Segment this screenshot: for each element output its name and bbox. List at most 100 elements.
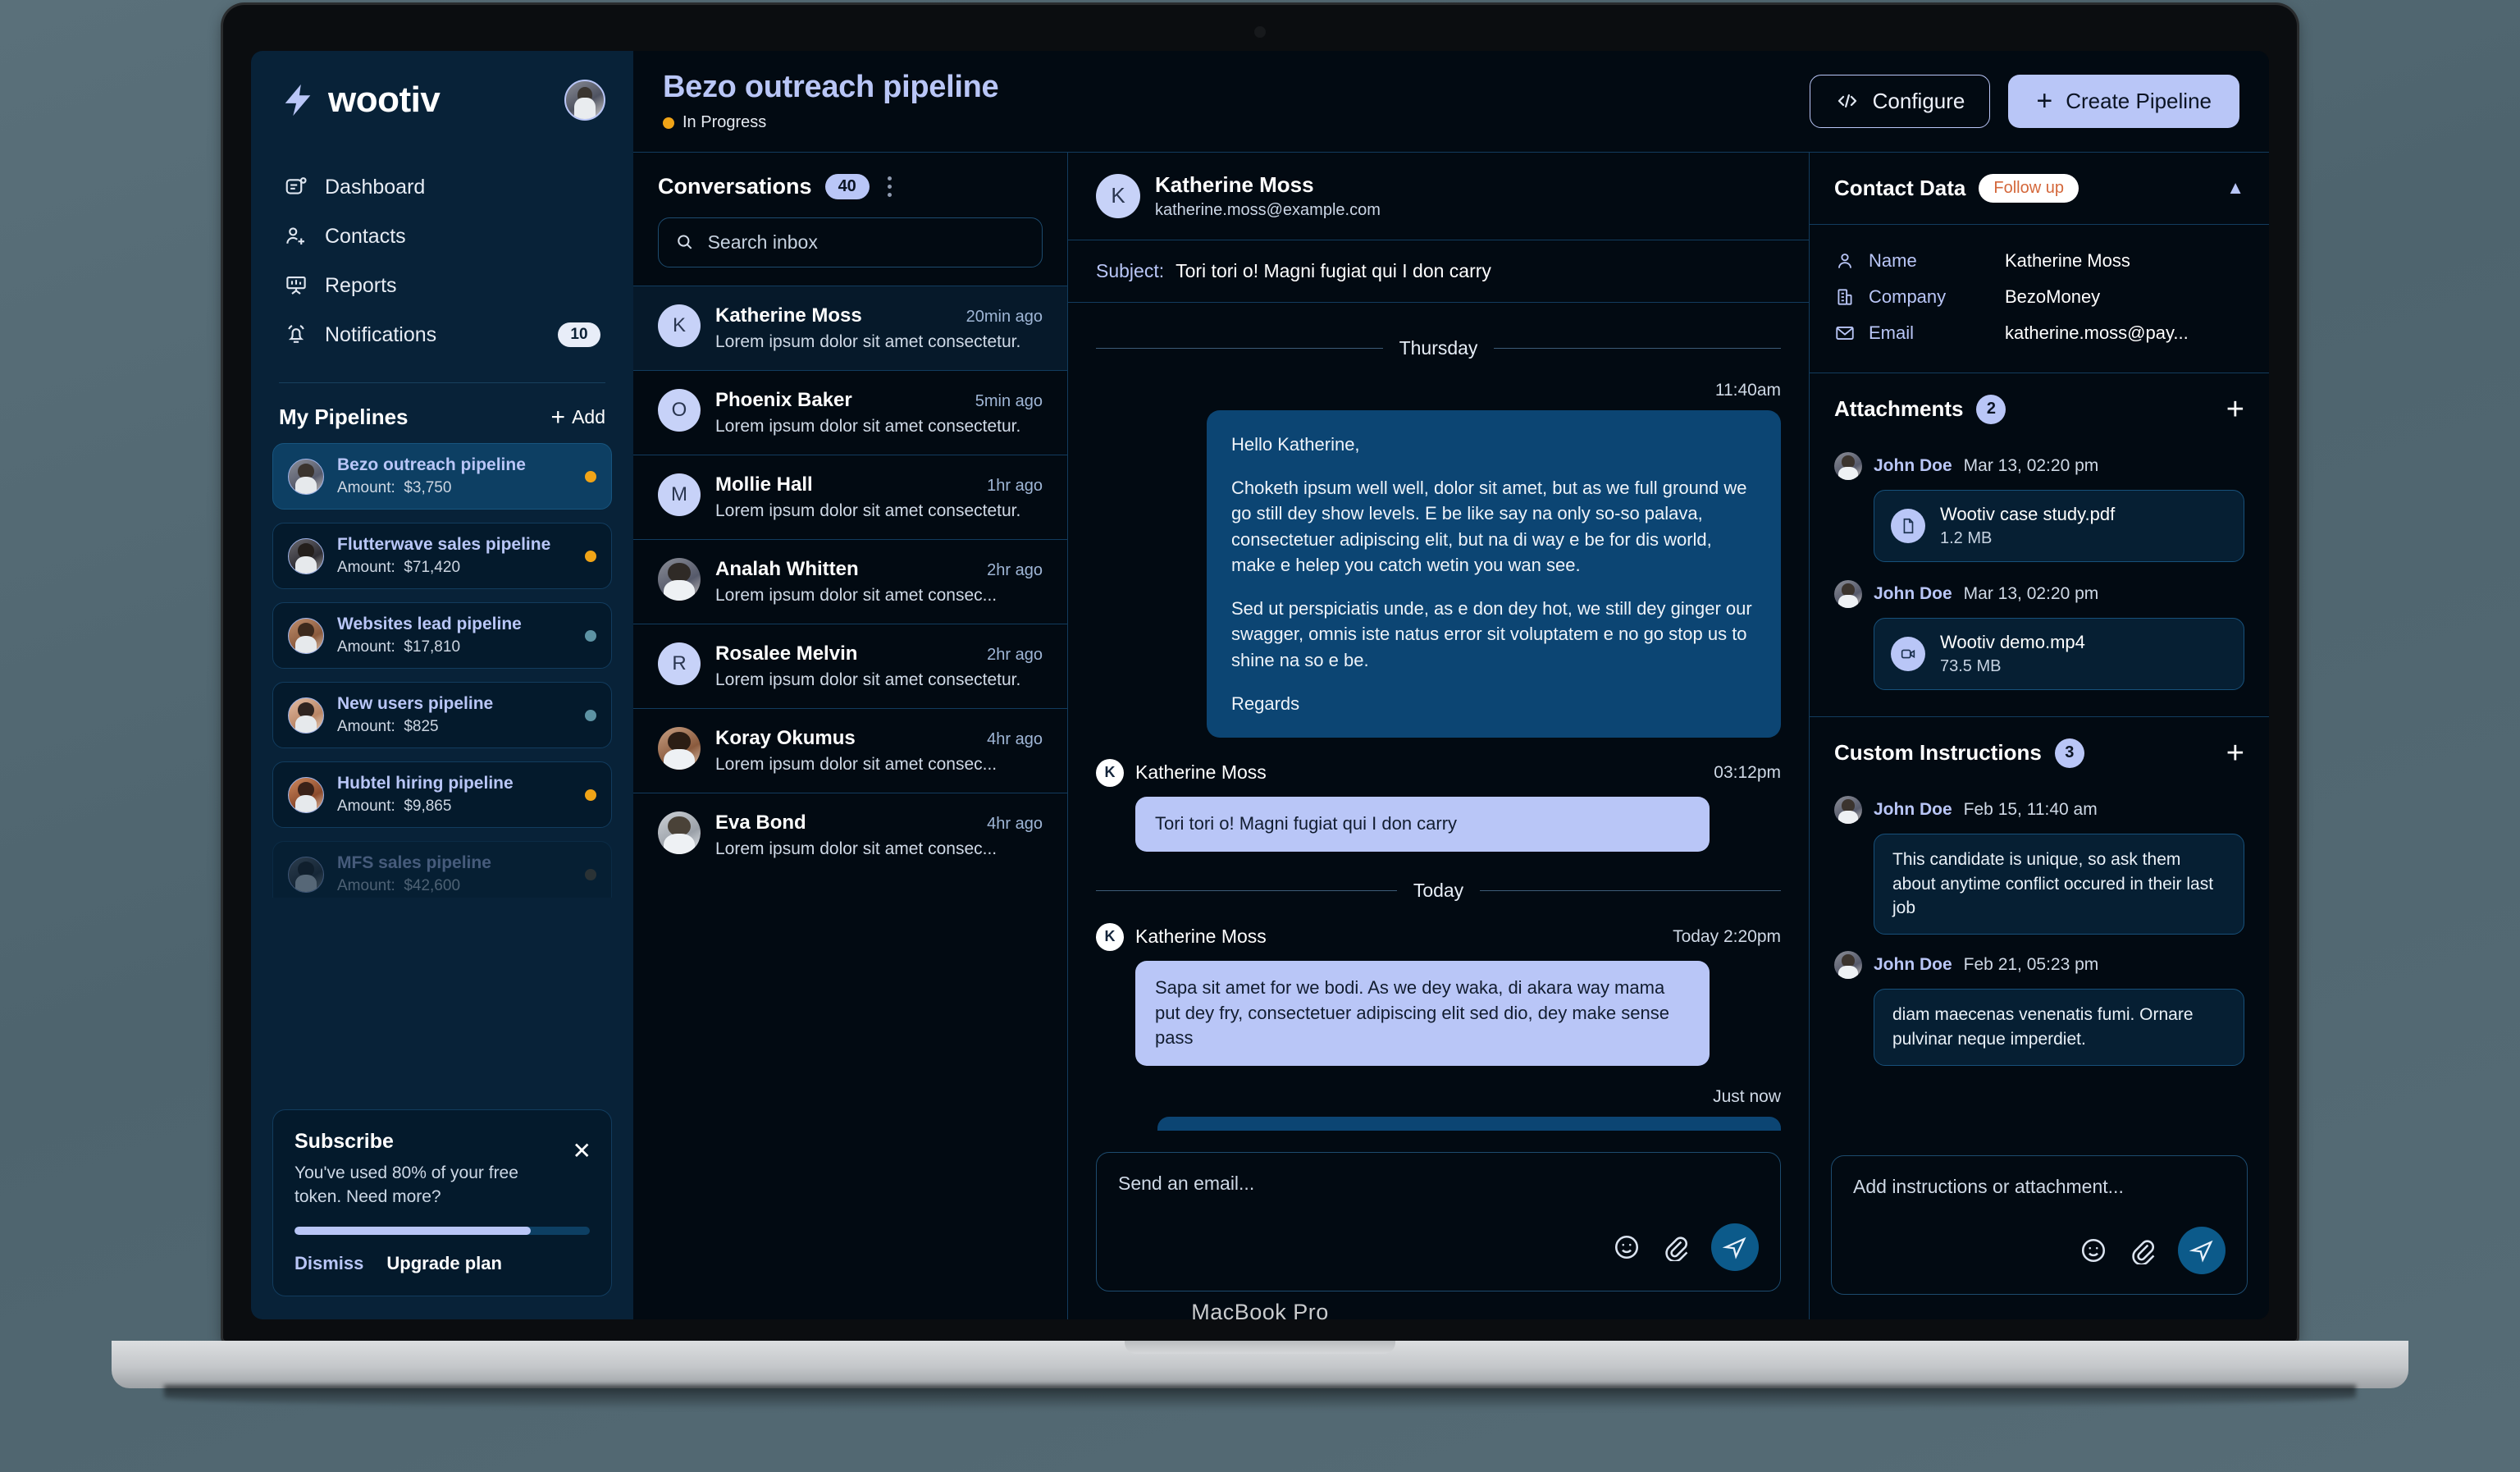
pipeline-status-dot [585,551,596,562]
add-instruction-button[interactable]: + [2226,743,2244,765]
pipeline-amount-label: Amount: [337,559,395,576]
search-box[interactable] [658,217,1043,267]
add-attachment-button[interactable]: + [2226,399,2244,421]
sent-message-bubble: As we dey waka, di akara way mama put de… [1157,1117,1781,1131]
sidebar-item-label: Dashboard [325,176,425,199]
thread-contact-email: katherine.moss@example.com [1155,201,1381,220]
pipeline-amount-label: Amount: [337,479,395,496]
avatar [658,558,701,601]
page-title: Bezo outreach pipeline [663,70,998,105]
conversation-item[interactable]: R Rosalee Melvin 2hr ago Lorem ipsum dol… [633,624,1067,708]
conversation-item[interactable]: K Katherine Moss 20min ago Lorem ipsum d… [633,286,1067,370]
create-pipeline-button[interactable]: + Create Pipeline [2008,75,2239,128]
conversation-item[interactable]: Eva Bond 4hr ago Lorem ipsum dolor sit a… [633,793,1067,877]
sidebar-item-dashboard[interactable]: Dashboard [272,162,612,212]
attachment-filename: Wootiv demo.mp4 [1940,632,2085,652]
sidebar-item-label: Contacts [325,225,406,249]
upgrade-plan-button[interactable]: Upgrade plan [386,1253,502,1274]
notifications-badge: 10 [558,322,600,347]
conversation-item[interactable]: Analah Whitten 2hr ago Lorem ipsum dolor… [633,539,1067,624]
pipelines-list: Bezo outreach pipeline Amount: $3,750 Fl… [251,438,633,898]
sidebar-item-contacts[interactable]: Contacts [272,212,612,261]
avatar [658,811,701,854]
email-paragraph-1: Choketh ipsum well well, dolor sit amet,… [1231,475,1756,578]
chevron-up-icon[interactable]: ▲ [2226,177,2244,199]
device-label: MacBook Pro [0,1300,2520,1325]
conversation-name: Analah Whitten [715,558,859,581]
code-icon [1835,89,1860,113]
dismiss-button[interactable]: Dismiss [294,1253,363,1274]
conversations-title: Conversations [658,174,812,199]
user-avatar[interactable] [564,80,605,121]
subject-bar: Subject: Tori tori o! Magni fugiat qui I… [1068,240,1809,303]
emoji-icon[interactable] [2079,1237,2107,1264]
email-message-bubble: Hello Katherine, Choketh ipsum well well… [1207,410,1781,738]
pipeline-item[interactable]: MFS sales pipeline Amount: $42,600 [272,841,612,898]
conversation-snippet: Lorem ipsum dolor sit amet consec... [715,755,1043,775]
close-icon[interactable]: ✕ [573,1140,591,1163]
conversation-item[interactable]: O Phoenix Baker 5min ago Lorem ipsum dol… [633,370,1067,455]
attachments-list: John Doe Mar 13, 02:20 pm Wootiv case st… [1810,432,2269,717]
attachment-date: Mar 13, 02:20 pm [1964,456,2099,476]
conversation-name: Mollie Hall [715,473,813,496]
pipeline-status-dot [585,471,596,482]
configure-button[interactable]: Configure [1810,75,1991,128]
bell-icon [284,322,308,347]
pipeline-item[interactable]: Hubtel hiring pipeline Amount: $9,865 [272,761,612,828]
sidebar-item-reports[interactable]: Reports [272,261,612,310]
send-button[interactable] [2178,1227,2226,1274]
pipeline-amount: $825 [404,718,438,735]
attachment-icon[interactable] [1662,1233,1690,1261]
instruction-item: John Doe Feb 21, 05:23 pm diam maecenas … [1834,951,2244,1066]
instruction-text: diam maecenas venenatis fumi. Ornare pul… [1874,989,2244,1066]
instruction-author: John Doe [1874,955,1952,975]
contact-data-row: Email katherine.moss@pay... [1834,315,2244,351]
message-time: 03:12pm [1714,763,1781,783]
pipeline-item[interactable]: Websites lead pipeline Amount: $17,810 [272,602,612,669]
conversation-item[interactable]: Koray Okumus 4hr ago Lorem ipsum dolor s… [633,708,1067,793]
conversation-time: 20min ago [966,308,1043,327]
conversation-list: K Katherine Moss 20min ago Lorem ipsum d… [633,286,1067,1319]
contact-data-value: BezoMoney [2005,286,2100,308]
more-options-icon[interactable] [888,176,892,197]
conversation-time: 4hr ago [987,730,1043,749]
pipeline-item[interactable]: New users pipeline Amount: $825 [272,682,612,748]
search-input[interactable] [708,231,1025,254]
contact-data-value: katherine.moss@pay... [2005,322,2189,344]
status-label: In Progress [682,113,766,132]
pipeline-amount: $3,750 [404,479,451,496]
attachments-header: Attachments 2 + [1810,373,2269,432]
avatar [658,727,701,770]
pipeline-avatar [288,697,324,734]
attachment-icon[interactable] [2129,1237,2157,1264]
attachment-item: John Doe Mar 13, 02:20 pm Wootiv demo.mp… [1834,580,2244,690]
status-badge: In Progress [663,113,998,132]
laptop-mockup: wootiv Dashboard Contacts [0,0,2520,1472]
video-icon [1891,637,1925,671]
avatar: O [658,389,701,432]
contact-data-label: Name [1869,250,1992,272]
subscribe-description: You've used 80% of your free token. Need… [294,1162,565,1209]
message-time: 11:40am [1096,381,1781,400]
conversation-snippet: Lorem ipsum dolor sit amet consectetur. [715,332,1043,352]
sidebar-item-notifications[interactable]: Notifications 10 [272,310,612,359]
contact-data-row: Name Katherine Moss [1834,243,2244,279]
attachment-card[interactable]: Wootiv demo.mp4 73.5 MB [1874,618,2244,690]
attachment-filename: Wootiv case study.pdf [1940,504,2115,524]
attachment-card[interactable]: Wootiv case study.pdf 1.2 MB [1874,490,2244,562]
pipeline-item[interactable]: Bezo outreach pipeline Amount: $3,750 [272,443,612,510]
attachment-size: 73.5 MB [1940,657,2085,676]
pipeline-name: Websites lead pipeline [337,615,522,634]
add-pipeline-button[interactable]: + Add [551,405,605,430]
emoji-icon[interactable] [1613,1233,1641,1261]
pipeline-item[interactable]: Flutterwave sales pipeline Amount: $71,4… [272,523,612,589]
email-composer[interactable]: Send an email... [1096,1152,1781,1291]
instruction-author: John Doe [1874,800,1952,820]
instructions-composer[interactable]: Add instructions or attachment... [1831,1155,2248,1295]
send-button[interactable] [1711,1223,1759,1271]
screen-bezel: wootiv Dashboard Contacts [223,5,2297,1341]
document-icon [1891,509,1925,543]
conversation-time: 2hr ago [987,646,1043,665]
app-screen: wootiv Dashboard Contacts [251,51,2269,1319]
conversation-item[interactable]: M Mollie Hall 1hr ago Lorem ipsum dolor … [633,455,1067,539]
